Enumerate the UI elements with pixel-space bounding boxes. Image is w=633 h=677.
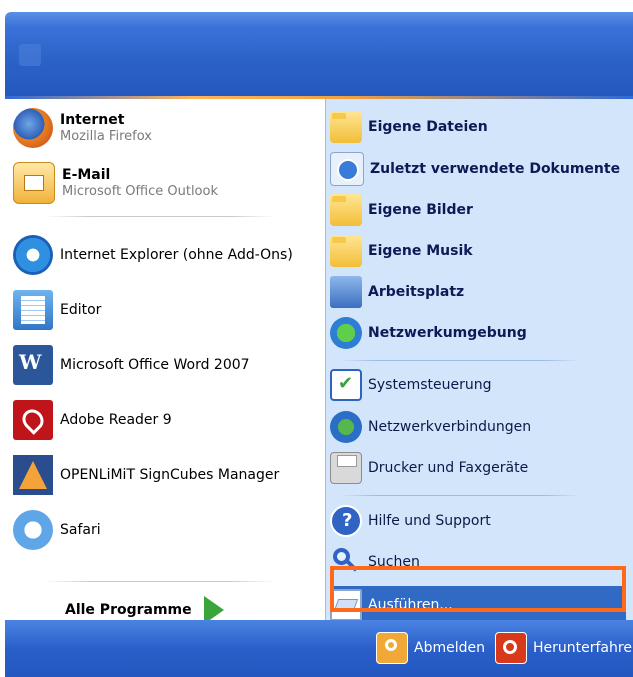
pinned-title: Internet <box>60 112 125 128</box>
user-avatar <box>19 44 41 66</box>
openlimit-icon <box>13 455 53 495</box>
place-hilfe[interactable]: Hilfe und Support <box>330 502 626 540</box>
place-recent-documents[interactable]: Zuletzt verwendete Dokumente <box>330 150 626 188</box>
place-label: Eigene Dateien <box>368 119 488 135</box>
firefox-icon <box>13 108 53 148</box>
power-icon <box>495 632 527 664</box>
shutdown-button[interactable]: Herunterfahren <box>495 632 633 664</box>
recent-adobe-reader[interactable]: Adobe Reader 9 <box>13 395 313 445</box>
all-programs-label: Alle Programme <box>65 602 192 618</box>
place-eigene-musik[interactable]: Eigene Musik <box>330 232 626 270</box>
logoff-button[interactable]: Abmelden <box>376 632 485 664</box>
place-label: Arbeitsplatz <box>368 284 465 300</box>
program-label: Internet Explorer (ohne Add-Ons) <box>60 247 293 263</box>
printer-icon <box>330 452 362 484</box>
music-folder-icon <box>330 235 362 267</box>
place-label: Systemsteuerung <box>368 377 492 393</box>
left-pane: Internet Mozilla Firefox E-Mail Microsof… <box>5 99 323 631</box>
place-label: Eigene Bilder <box>368 202 473 218</box>
program-label: OPENLiMiT SignCubes Manager <box>60 467 280 483</box>
recent-word[interactable]: Microsoft Office Word 2007 <box>13 340 313 390</box>
place-netzwerkverbindungen[interactable]: Netzwerkverbindungen <box>330 408 626 446</box>
place-label: Hilfe und Support <box>368 513 491 529</box>
place-arbeitsplatz[interactable]: Arbeitsplatz <box>330 273 626 311</box>
place-systemsteuerung[interactable]: Systemsteuerung <box>330 366 626 404</box>
notepad-icon <box>13 290 53 330</box>
program-label: Safari <box>60 522 101 538</box>
recent-documents-icon <box>330 152 364 186</box>
word-icon <box>13 345 53 385</box>
place-label: Netzwerkverbindungen <box>368 419 532 435</box>
places-separator <box>340 360 580 361</box>
network-icon <box>330 317 362 349</box>
footer-bar: Abmelden Herunterfahren <box>5 620 633 677</box>
recent-safari[interactable]: Safari <box>13 505 313 555</box>
place-drucker[interactable]: Drucker und Faxgeräte <box>330 449 626 487</box>
place-netzwerkumgebung[interactable]: Netzwerkumgebung <box>330 314 626 352</box>
network-connections-icon <box>330 411 362 443</box>
control-panel-icon <box>330 369 362 401</box>
shutdown-label: Herunterfahren <box>533 640 633 656</box>
computer-icon <box>330 276 362 308</box>
pinned-subtitle: Mozilla Firefox <box>60 129 152 144</box>
system-separator <box>340 495 580 496</box>
safari-icon <box>13 510 53 550</box>
pinned-email[interactable]: E-Mail Microsoft Office Outlook <box>13 158 313 208</box>
logoff-label: Abmelden <box>414 640 485 656</box>
pinned-subtitle: Microsoft Office Outlook <box>62 184 218 199</box>
place-label: Drucker und Faxgeräte <box>368 460 529 476</box>
logoff-icon <box>376 632 408 664</box>
recent-internet-explorer[interactable]: Internet Explorer (ohne Add-Ons) <box>13 230 313 280</box>
pinned-internet[interactable]: Internet Mozilla Firefox <box>13 103 313 153</box>
help-icon <box>330 505 362 537</box>
pinned-separator <box>45 216 275 217</box>
place-eigene-dateien[interactable]: Eigene Dateien <box>330 108 626 146</box>
program-label: Microsoft Office Word 2007 <box>60 357 250 373</box>
adobe-reader-icon <box>13 400 53 440</box>
internet-explorer-icon <box>13 235 53 275</box>
program-label: Adobe Reader 9 <box>60 412 172 428</box>
all-programs-separator <box>45 581 275 582</box>
recent-editor[interactable]: Editor <box>13 285 313 335</box>
outlook-icon <box>13 162 55 204</box>
recent-openlimit[interactable]: OPENLiMiT SignCubes Manager <box>13 450 313 500</box>
pinned-title: E-Mail <box>62 167 111 183</box>
place-label: Eigene Musik <box>368 243 473 259</box>
place-eigene-bilder[interactable]: Eigene Bilder <box>330 191 626 229</box>
pictures-folder-icon <box>330 194 362 226</box>
highlight-box <box>330 566 626 612</box>
user-header <box>5 12 633 96</box>
place-label: Netzwerkumgebung <box>368 325 527 341</box>
program-label: Editor <box>60 302 102 318</box>
place-label: Zuletzt verwendete Dokumente <box>370 161 621 177</box>
folder-icon <box>330 111 362 143</box>
